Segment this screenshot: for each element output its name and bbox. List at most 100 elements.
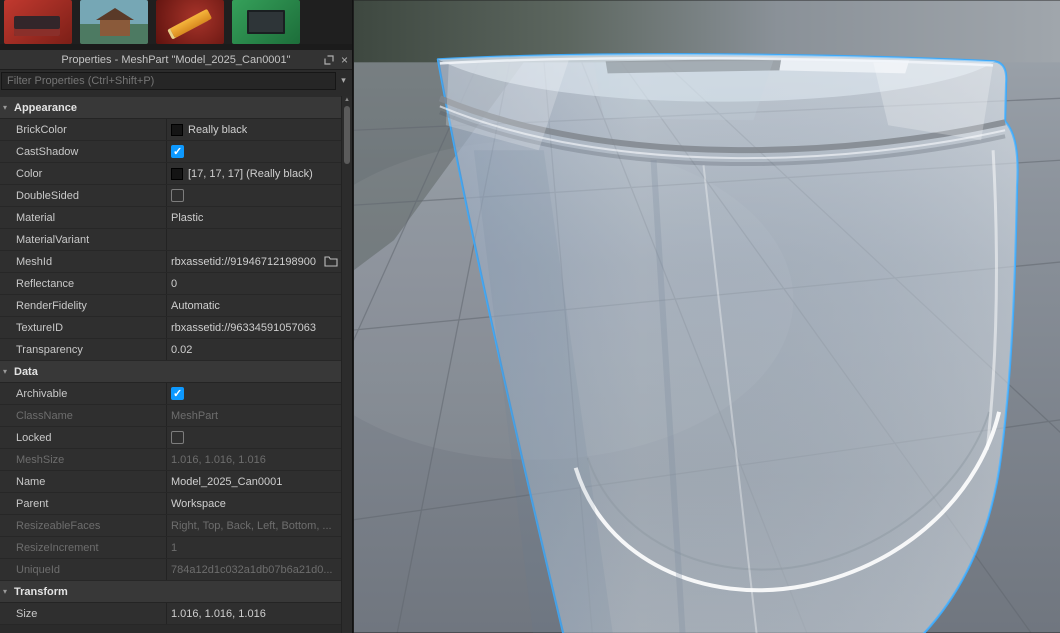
property-row-materialvariant[interactable]: MaterialVariant [0,229,341,251]
collapse-arrow-icon[interactable]: ▾ [3,103,7,112]
property-value-cell[interactable]: 0 [166,273,341,294]
property-label: MaterialVariant [16,233,90,246]
doublesided-checkbox[interactable] [171,189,184,202]
property-row-brickcolor[interactable]: BrickColor Really black [0,119,341,141]
property-value-cell: Right, Top, Back, Left, Bottom, ... [166,515,341,536]
close-icon[interactable]: × [341,54,348,66]
flashlight-icon [169,8,213,39]
property-row-uniqueid: UniqueId 784a12d1c032a1db07b6a21d0... [0,559,341,581]
property-value-cell[interactable]: [17, 17, 17] (Really black) [166,163,341,184]
property-value: 784a12d1c032a1db07b6a21d0... [171,563,333,576]
property-value-cell: 784a12d1c032a1db07b6a21d0... [166,559,341,580]
collapse-arrow-icon[interactable]: ▾ [3,587,7,596]
property-label: Reflectance [16,277,75,290]
asset-thumbnail-monitor[interactable] [232,0,300,44]
property-value: Automatic [171,299,220,312]
property-value-cell[interactable]: 0.02 [166,339,341,360]
property-value: rbxassetid://96334591057063 [171,321,316,334]
property-value-cell: MeshPart [166,405,341,426]
property-row-material[interactable]: Material Plastic [0,207,341,229]
property-label: ResizeIncrement [16,541,99,554]
locked-checkbox[interactable] [171,431,184,444]
asset-thumbnail-flashlight[interactable] [156,0,224,44]
property-row-locked[interactable]: Locked [0,427,341,449]
property-value-cell: 1 [166,537,341,558]
property-label: Parent [16,497,49,510]
selected-meshpart-can[interactable] [436,53,1019,633]
property-row-resizeincrement: ResizeIncrement 1 [0,537,341,559]
property-row-castshadow[interactable]: CastShadow [0,141,341,163]
property-label: Name [16,475,46,488]
property-label: Color [16,167,43,180]
properties-title-bar[interactable]: Properties - MeshPart "Model_2025_Can000… [0,50,352,70]
property-value-cell[interactable] [166,229,341,250]
property-row-archivable[interactable]: Archivable [0,383,341,405]
property-row-color[interactable]: Color [17, 17, 17] (Really black) [0,163,341,185]
property-value: Really black [188,123,248,136]
property-label: TextureID [16,321,64,334]
property-row-parent[interactable]: Parent Workspace [0,493,341,515]
section-header-appearance[interactable]: ▾ Appearance [0,97,341,119]
asset-thumbnail-firetruck[interactable] [4,0,72,44]
property-grid: ▾ Appearance BrickColor Really black Cas… [0,97,341,633]
folder-browse-icon[interactable] [324,255,338,270]
property-value: 1.016, 1.016, 1.016 [171,607,266,620]
property-label: CastShadow [16,145,79,158]
property-row-textureid[interactable]: TextureID rbxassetid://96334591057063 [0,317,341,339]
property-row-resizeablefaces: ResizeableFaces Right, Top, Back, Left, … [0,515,341,537]
property-label: Material [16,211,56,224]
property-value-cell[interactable] [166,141,341,162]
property-row-reflectance[interactable]: Reflectance 0 [0,273,341,295]
viewport-scene[interactable] [354,0,1060,633]
property-row-transparency[interactable]: Transparency 0.02 [0,339,341,361]
properties-scrollbar[interactable]: ▲ [341,96,352,633]
scrollbar-thumb[interactable] [344,106,350,164]
scroll-up-icon[interactable]: ▲ [342,96,352,104]
property-value-cell[interactable] [166,427,341,448]
section-header-data[interactable]: ▾ Data [0,361,341,383]
property-value-cell[interactable]: 1.016, 1.016, 1.016 [166,603,341,624]
property-value-cell[interactable]: Really black [166,119,341,140]
property-value-cell[interactable]: Workspace [166,493,341,514]
asset-thumbnail-house[interactable] [80,0,148,44]
property-value-cell[interactable] [166,185,341,206]
filter-dropdown-arrow-icon[interactable]: ▾ [336,75,351,86]
property-label: MeshSize [16,453,65,466]
collapse-arrow-icon[interactable]: ▾ [3,367,7,376]
filter-properties-input[interactable] [1,71,336,90]
color-swatch[interactable] [171,167,183,180]
property-value-cell[interactable]: rbxassetid://91946712198900 [166,251,341,272]
property-value: Workspace [171,497,226,510]
castshadow-checkbox[interactable] [171,145,184,158]
archivable-checkbox[interactable] [171,387,184,400]
property-value-cell[interactable]: Plastic [166,207,341,228]
property-row-meshid[interactable]: MeshId rbxassetid://91946712198900 [0,251,341,273]
section-label: Appearance [14,101,77,114]
property-label: ResizeableFaces [16,519,101,532]
property-value: MeshPart [171,409,219,422]
float-window-icon[interactable] [324,55,334,65]
color-swatch[interactable] [171,123,183,136]
monitor-icon [247,10,285,34]
property-label: MeshId [16,255,53,268]
property-row-renderfidelity[interactable]: RenderFidelity Automatic [0,295,341,317]
can-reflection-center [593,60,774,121]
properties-panel: Properties - MeshPart "Model_2025_Can000… [0,0,353,633]
property-row-size[interactable]: Size 1.016, 1.016, 1.016 [0,603,341,625]
property-value-cell[interactable]: Model_2025_Can0001 [166,471,341,492]
section-label: Data [14,365,38,378]
property-value-cell[interactable] [166,383,341,404]
viewport-3d[interactable] [354,0,1060,633]
section-header-transform[interactable]: ▾ Transform [0,581,341,603]
property-label: ClassName [16,409,73,422]
property-label: UniqueId [16,563,61,576]
property-value-cell[interactable]: Automatic [166,295,341,316]
property-value-cell[interactable]: rbxassetid://96334591057063 [166,317,341,338]
panel-title: Properties - MeshPart "Model_2025_Can000… [61,53,291,66]
property-row-name[interactable]: Name Model_2025_Can0001 [0,471,341,493]
property-value: 0 [171,277,178,290]
property-value-cell: 1.016, 1.016, 1.016 [166,449,341,470]
property-row-doublesided[interactable]: DoubleSided [0,185,341,207]
property-value: [17, 17, 17] (Really black) [188,167,313,180]
property-value: rbxassetid://91946712198900 [171,255,316,268]
